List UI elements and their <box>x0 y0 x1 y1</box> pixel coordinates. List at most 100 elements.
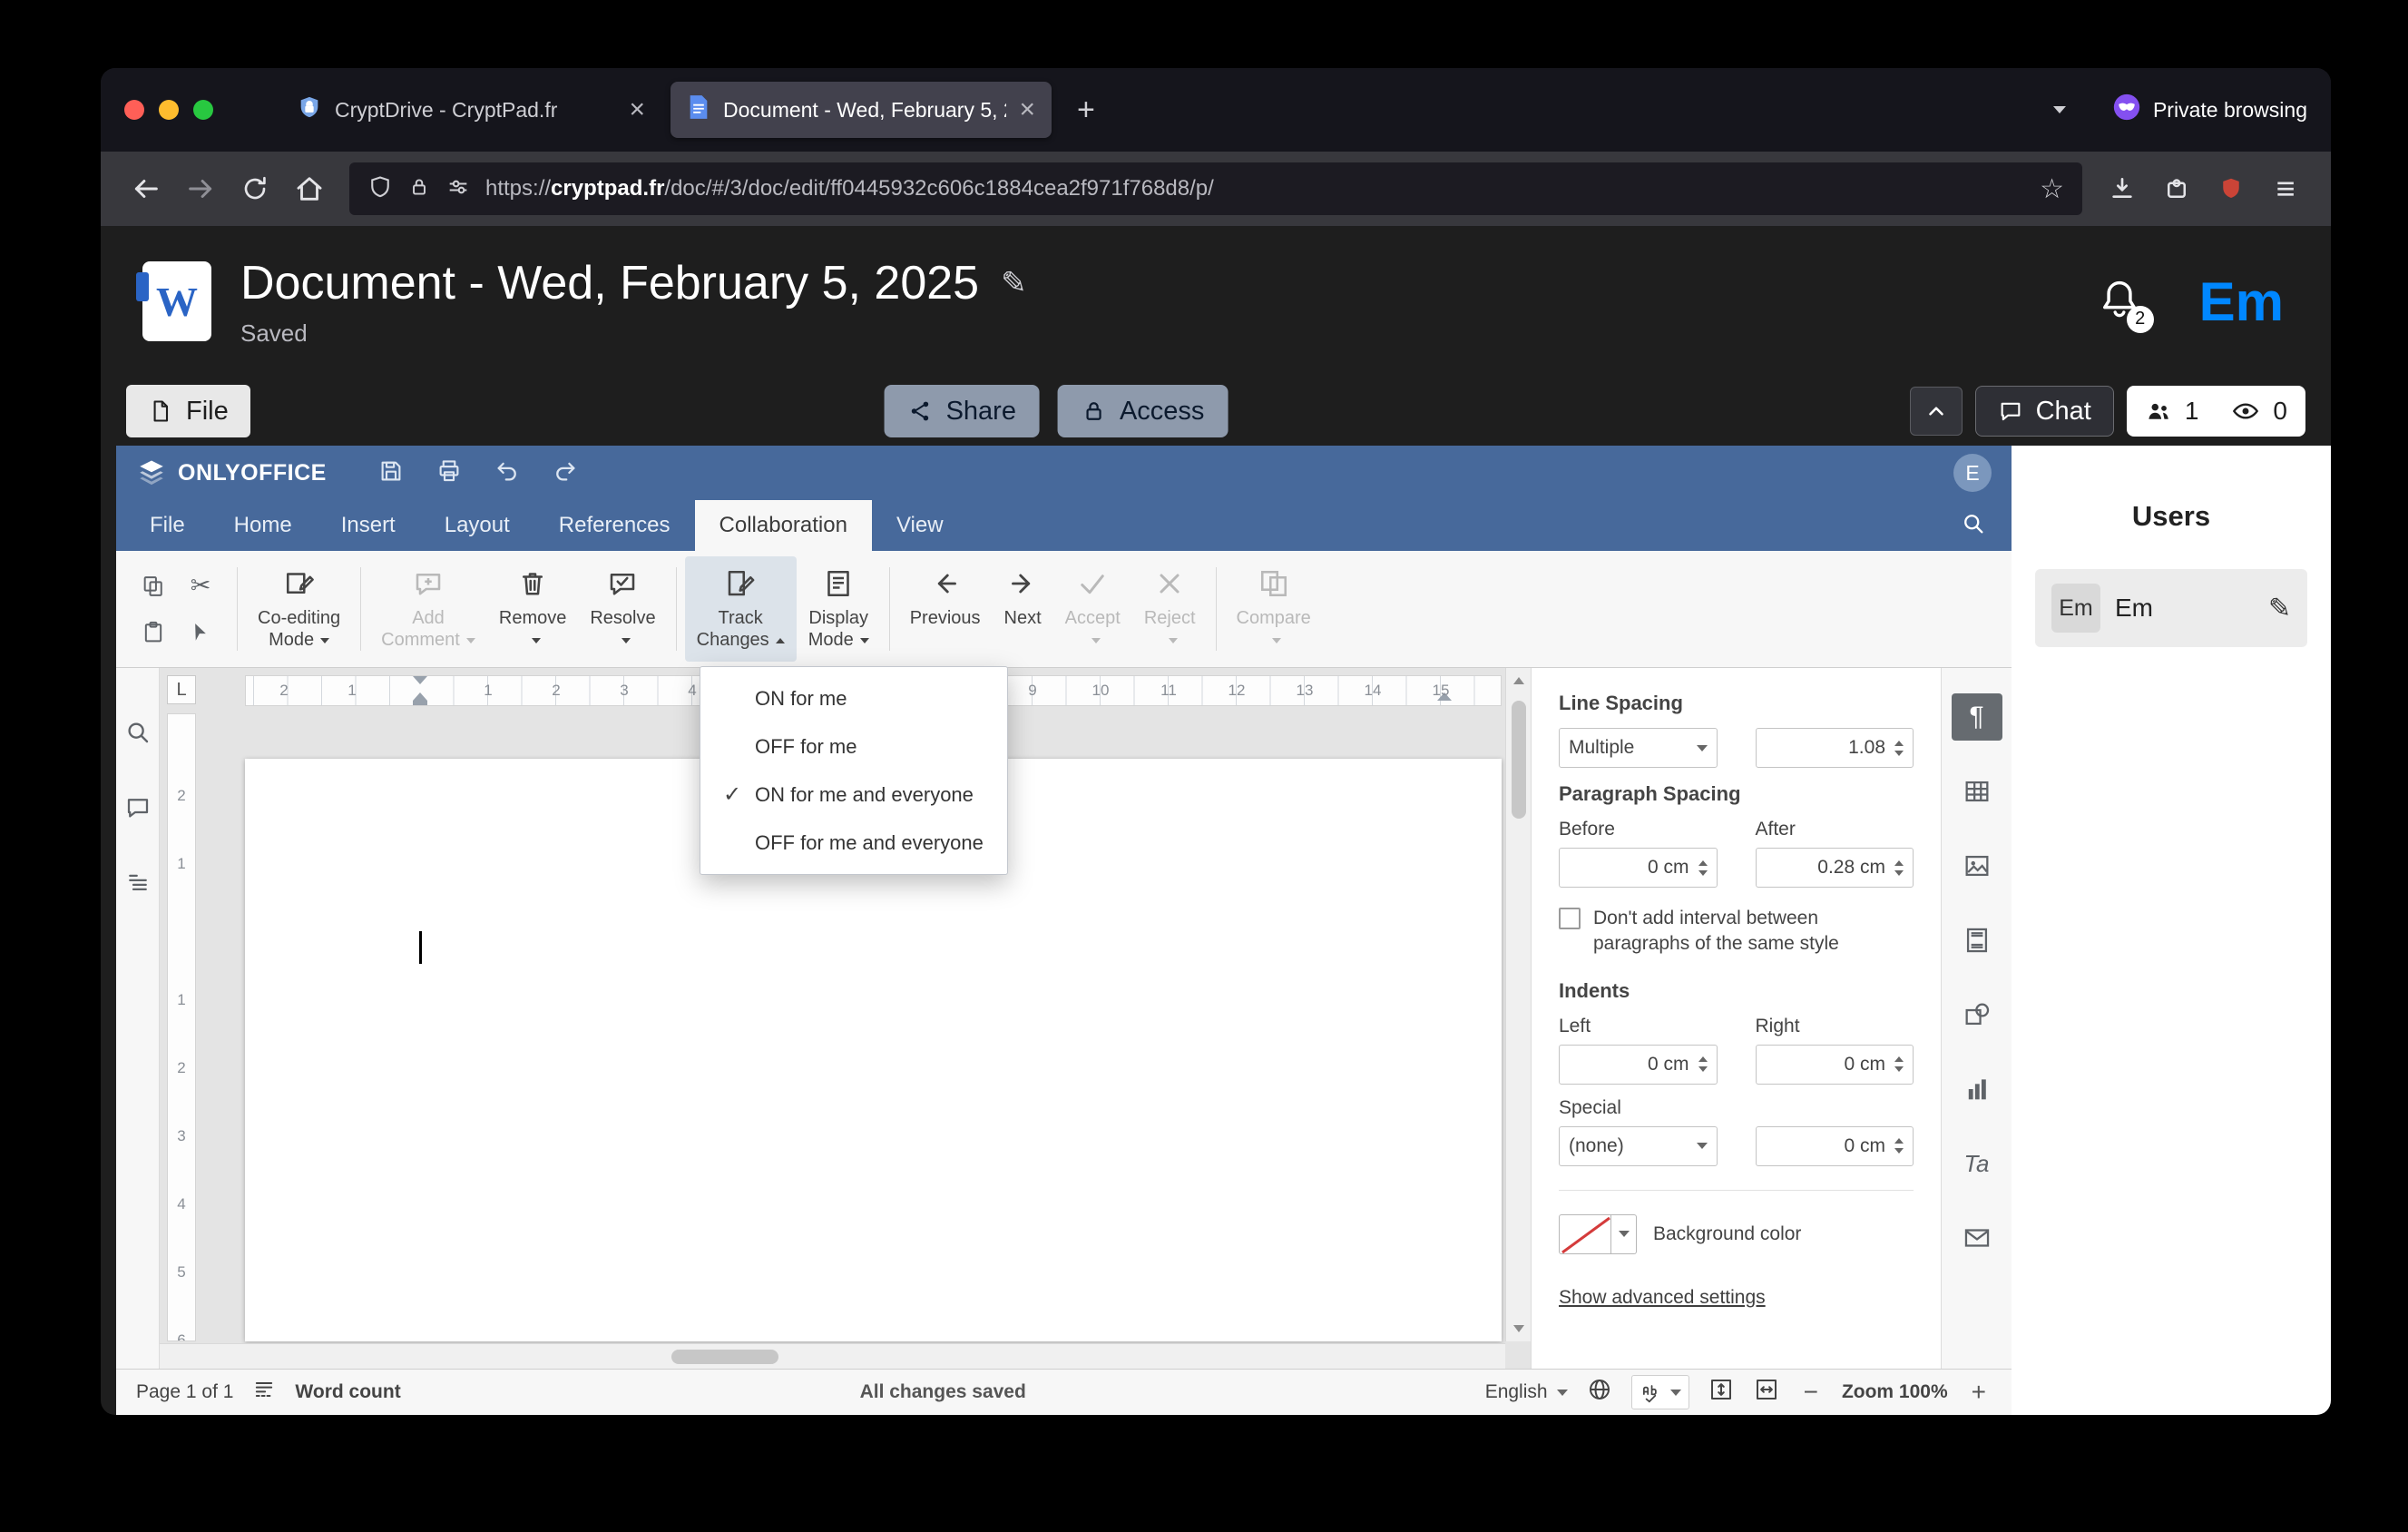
menu-tab-collaboration[interactable]: Collaboration <box>694 500 872 551</box>
edit-name-pencil-icon[interactable]: ✎ <box>2268 593 2291 624</box>
special-select[interactable]: (none) <box>1559 1125 1718 1166</box>
print-button[interactable] <box>436 457 463 489</box>
next-change-button[interactable]: Next <box>993 556 1053 662</box>
extensions-icon[interactable] <box>2151 163 2202 214</box>
document-title[interactable]: Document - Wed, February 5, 2025 <box>240 256 979 310</box>
table-settings-tab[interactable] <box>1952 768 2002 815</box>
resolve-button[interactable]: Resolve <box>578 556 667 662</box>
zoom-level[interactable]: Zoom 100% <box>1842 1381 1948 1403</box>
forward-button[interactable] <box>175 163 226 214</box>
v-ruler[interactable]: 2 1 1 2 3 4 5 6 <box>167 713 196 1341</box>
line-spacing-spinner[interactable]: 1.08 <box>1755 728 1914 768</box>
zoom-out-button[interactable]: − <box>1798 1378 1824 1407</box>
coediting-mode-button[interactable]: Co-editing Mode <box>246 556 352 662</box>
home-button[interactable] <box>284 163 335 214</box>
collapse-toolbar-button[interactable] <box>1909 387 1963 436</box>
tab-close-icon[interactable]: × <box>629 96 645 123</box>
display-mode-button[interactable]: Display Mode <box>797 556 881 662</box>
previous-change-button[interactable]: Previous <box>898 556 993 662</box>
paste-button[interactable] <box>131 610 176 654</box>
line-spacing-select[interactable]: Multiple <box>1559 728 1718 768</box>
track-changes-button[interactable]: Track Changes <box>684 556 797 662</box>
track-menu-item[interactable]: OFF for me and everyone <box>700 819 1007 867</box>
edit-title-pencil-icon[interactable]: ✎ <box>1001 265 1027 301</box>
scroll-down-arrow[interactable] <box>1512 1325 1524 1332</box>
vertical-scrollbar[interactable] <box>1505 668 1531 1341</box>
menu-tab-view[interactable]: View <box>872 500 968 551</box>
spinner-arrows[interactable] <box>1894 740 1904 756</box>
indent-left-spinner[interactable]: 0 cm <box>1559 1044 1718 1085</box>
chat-button[interactable]: Chat <box>1974 386 2114 437</box>
checkbox[interactable] <box>1559 908 1581 929</box>
mail-merge-tab[interactable] <box>1952 1214 2002 1262</box>
presence-button[interactable]: 1 0 <box>2126 386 2305 437</box>
paragraph-settings-tab[interactable]: ¶ <box>1951 693 2002 741</box>
search-icon[interactable] <box>1961 511 1986 541</box>
scroll-up-arrow[interactable] <box>1512 677 1524 684</box>
downloads-button[interactable] <box>2097 163 2148 214</box>
lock-icon[interactable] <box>407 175 431 203</box>
add-comment-button[interactable]: Add Comment <box>369 556 487 662</box>
tab-document[interactable]: Document - Wed, February 5, 2 × <box>671 82 1052 138</box>
menu-icon[interactable]: ≡ <box>2260 163 2311 214</box>
textart-settings-tab[interactable]: Ta <box>1952 1140 2002 1187</box>
spacing-before-spinner[interactable]: 0 cm <box>1559 848 1718 888</box>
account-avatar[interactable]: Em <box>2199 270 2284 333</box>
page-indicator[interactable]: Page 1 of 1 <box>136 1381 233 1403</box>
remove-comment-button[interactable]: Remove <box>487 556 578 662</box>
header-footer-settings-tab[interactable] <box>1952 917 2002 964</box>
tab-close-icon[interactable]: × <box>1019 96 1035 123</box>
language-selector[interactable]: English <box>1485 1381 1568 1403</box>
image-settings-tab[interactable] <box>1952 842 2002 889</box>
track-menu-item[interactable]: OFF for me <box>700 722 1007 771</box>
vertical-scroll-thumb[interactable] <box>1512 701 1526 819</box>
globe-icon[interactable] <box>1586 1376 1613 1409</box>
permissions-icon[interactable] <box>445 174 471 204</box>
hanging-indent-marker[interactable] <box>413 692 427 701</box>
file-menu-button[interactable]: File <box>126 385 250 437</box>
cut-button[interactable]: ✂ <box>178 564 223 608</box>
access-button[interactable]: Access <box>1057 385 1228 437</box>
background-color-picker[interactable] <box>1559 1213 1637 1254</box>
list-all-tabs-chevron-icon[interactable] <box>2052 106 2066 113</box>
horizontal-scrollbar[interactable] <box>160 1343 1505 1369</box>
minimize-window-button[interactable] <box>159 100 179 120</box>
select-all-button[interactable] <box>178 610 223 654</box>
menu-tab-home[interactable]: Home <box>210 500 317 551</box>
menu-tab-layout[interactable]: Layout <box>420 500 534 551</box>
navigation-button[interactable] <box>124 869 152 901</box>
redo-button[interactable] <box>552 457 579 489</box>
advanced-settings-link[interactable]: Show advanced settings <box>1559 1287 1914 1309</box>
compare-button[interactable]: Compare <box>1225 556 1323 662</box>
user-list-item[interactable]: Em Em ✎ <box>2035 569 2307 647</box>
fit-width-button[interactable] <box>1753 1376 1780 1409</box>
spinner-arrows[interactable] <box>1894 1056 1904 1073</box>
track-menu-item[interactable]: ✓ ON for me and everyone <box>700 771 1007 819</box>
tracking-shield-icon[interactable] <box>367 174 393 204</box>
color-swatch[interactable] <box>1559 1213 1611 1254</box>
menu-tab-references[interactable]: References <box>534 500 695 551</box>
undo-button[interactable] <box>494 457 521 489</box>
find-button[interactable] <box>124 719 152 751</box>
tab-selector[interactable]: L <box>167 675 196 704</box>
chevron-down-icon[interactable] <box>1611 1213 1637 1254</box>
spinner-arrows[interactable] <box>1698 1056 1708 1073</box>
spinner-arrows[interactable] <box>1894 859 1904 876</box>
url-bar[interactable]: https://cryptpad.fr/doc/#/3/doc/edit/ff0… <box>349 162 2082 215</box>
spinner-arrows[interactable] <box>1698 859 1708 876</box>
new-tab-button[interactable]: + <box>1061 93 1111 128</box>
left-indent-marker[interactable] <box>413 701 427 705</box>
track-menu-item[interactable]: ON for me <box>700 674 1007 722</box>
close-window-button[interactable] <box>124 100 144 120</box>
notifications-button[interactable]: 2 <box>2096 276 2154 333</box>
copy-button[interactable] <box>131 564 176 608</box>
menu-tab-file[interactable]: File <box>125 500 210 551</box>
ublock-icon[interactable] <box>2206 163 2256 214</box>
share-button[interactable]: Share <box>884 385 1040 437</box>
indent-right-spinner[interactable]: 0 cm <box>1755 1044 1914 1085</box>
first-line-indent-marker[interactable] <box>413 676 427 684</box>
reload-button[interactable] <box>230 163 280 214</box>
chart-settings-tab[interactable] <box>1952 1066 2002 1113</box>
shape-settings-tab[interactable] <box>1952 991 2002 1038</box>
maximize-window-button[interactable] <box>193 100 213 120</box>
